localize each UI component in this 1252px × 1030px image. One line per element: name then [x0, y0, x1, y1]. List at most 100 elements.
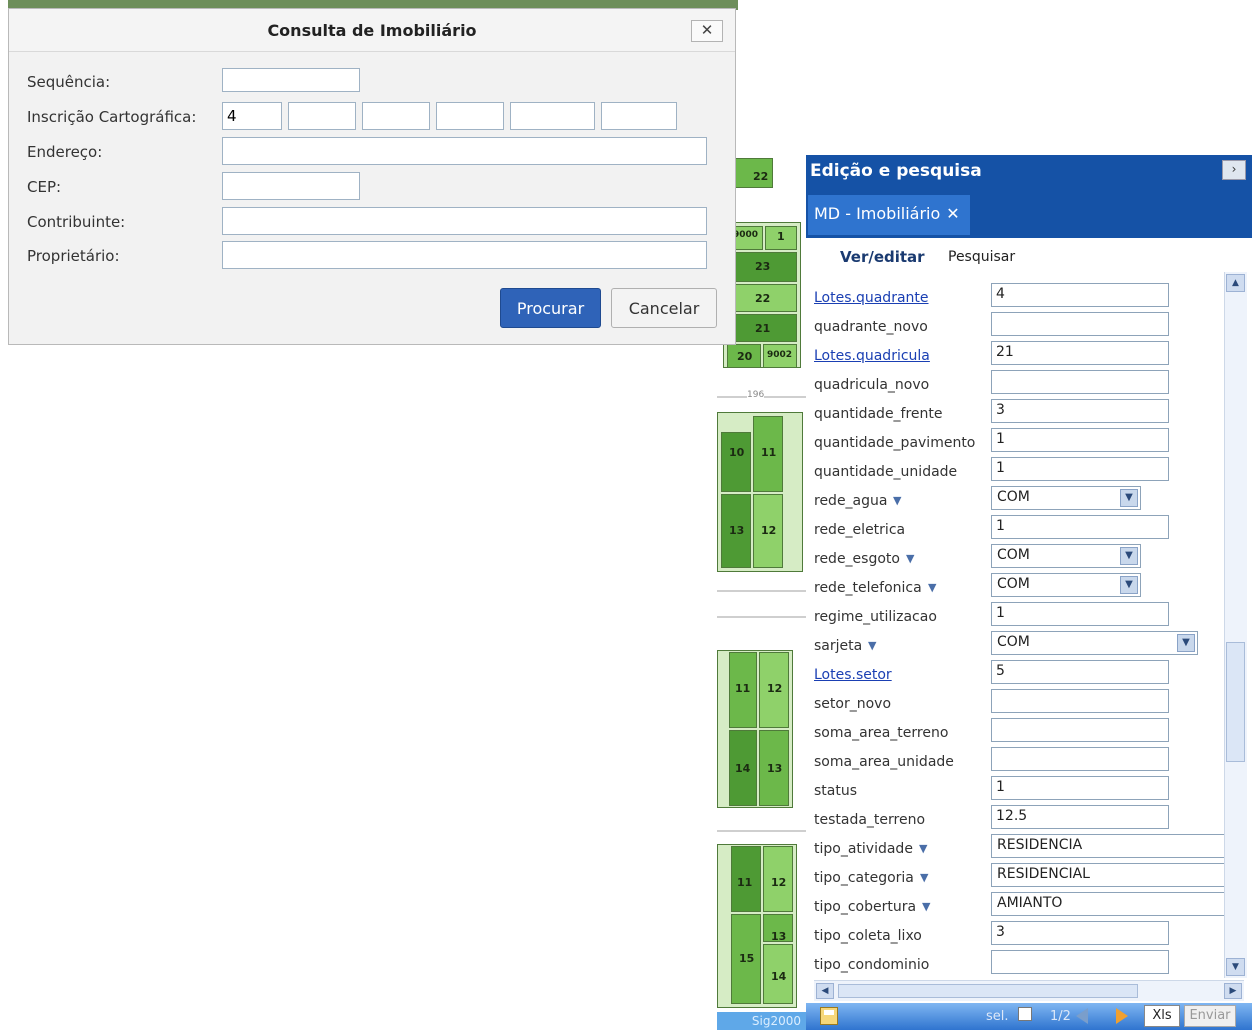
attribute-input[interactable] [991, 747, 1169, 771]
map-lot-label: 13 [729, 524, 745, 537]
scroll-left-icon[interactable]: ◀ [816, 983, 834, 999]
map-lot-label: 13 [767, 762, 783, 775]
attribute-row: Lotes.quadrante 4 [806, 283, 1226, 312]
proprietario-label: Proprietário: [27, 247, 120, 265]
save-icon[interactable] [820, 1007, 838, 1025]
attribute-row: tipo_cobertura ▼ AMIANTO [806, 892, 1226, 921]
attribute-row: Lotes.setor 5 [806, 660, 1226, 689]
tab-imobiliario[interactable]: MD - Imobiliário ✕ [808, 195, 970, 235]
inscricao-part-5[interactable] [510, 102, 595, 130]
attribute-input[interactable]: 12.5 [991, 805, 1169, 829]
endereco-input[interactable] [222, 137, 707, 165]
attribute-select[interactable]: COM ▼ [991, 573, 1141, 597]
filter-arrow-icon[interactable]: ▼ [868, 639, 876, 652]
map-lot-label: 23 [755, 260, 771, 273]
attribute-input[interactable]: 1 [991, 776, 1169, 800]
attribute-name[interactable]: Lotes.quadricula [814, 348, 930, 364]
attribute-select[interactable]: COM ▼ [991, 544, 1141, 568]
close-icon[interactable]: ✕ [691, 20, 723, 42]
horizontal-scrollbar[interactable]: ◀ ▶ [814, 980, 1244, 1001]
attribute-name: regime_utilizacao [814, 609, 937, 625]
scroll-thumb[interactable] [838, 984, 1138, 998]
filter-arrow-icon[interactable]: ▼ [919, 842, 927, 855]
dropdown-arrow-icon[interactable]: ▼ [1120, 547, 1138, 565]
attribute-row: setor_novo [806, 689, 1226, 718]
attribute-input[interactable] [991, 718, 1169, 742]
inscricao-part-1[interactable] [222, 102, 282, 130]
prev-page-icon[interactable] [1076, 1008, 1088, 1024]
scroll-right-icon[interactable]: ▶ [1224, 983, 1242, 999]
filter-arrow-icon[interactable]: ▼ [922, 900, 930, 913]
inscricao-part-2[interactable] [288, 102, 356, 130]
attribute-input[interactable]: 1 [991, 602, 1169, 626]
attribute-name: quantidade_pavimento [814, 435, 976, 451]
scroll-down-icon[interactable]: ▼ [1226, 958, 1245, 976]
attribute-row: Lotes.quadricula 21 [806, 341, 1226, 370]
attribute-name[interactable]: Lotes.quadrante [814, 290, 929, 306]
endereco-label: Endereço: [27, 143, 103, 161]
edit-panel: Edição e pesquisa › MD - Imobiliário ✕ Ve… [806, 155, 1252, 1030]
query-dialog: Consulta de Imobiliário ✕ Sequência: Ins… [8, 8, 736, 345]
attribute-name: rede_telefonica [814, 580, 922, 596]
cep-input[interactable] [222, 172, 360, 200]
attribute-row: soma_area_terreno [806, 718, 1226, 747]
attribute-input[interactable] [991, 312, 1169, 336]
scroll-thumb[interactable] [1226, 642, 1245, 762]
map-lot-label: 21 [755, 322, 771, 335]
attribute-value: COM [997, 547, 1030, 563]
filter-arrow-icon[interactable]: ▼ [928, 581, 936, 594]
attribute-row: tipo_condominio [806, 950, 1226, 979]
attribute-name: soma_area_unidade [814, 754, 954, 770]
bottom-toolbar: sel. 1/2 Xls Enviar [806, 1003, 1252, 1030]
collapse-icon[interactable]: › [1222, 160, 1246, 180]
dropdown-arrow-icon[interactable]: ▼ [1120, 489, 1138, 507]
scroll-up-icon[interactable]: ▲ [1226, 274, 1245, 292]
selection-checkbox[interactable] [1018, 1007, 1032, 1021]
map-lot[interactable] [721, 432, 751, 492]
attribute-input[interactable]: 3 [991, 399, 1169, 423]
sequencia-input[interactable] [222, 68, 360, 92]
map-lot-label: 1 [777, 230, 785, 243]
dropdown-arrow-icon[interactable]: ▼ [1177, 634, 1195, 652]
filter-arrow-icon[interactable]: ▼ [893, 494, 901, 507]
inscricao-part-3[interactable] [362, 102, 430, 130]
attribute-input[interactable]: 1 [991, 515, 1169, 539]
attribute-input[interactable]: 21 [991, 341, 1169, 365]
attribute-input[interactable]: 4 [991, 283, 1169, 307]
vertical-scrollbar[interactable]: ▲ ▼ [1224, 272, 1247, 978]
sequencia-label: Sequência: [27, 73, 111, 91]
send-button[interactable]: Enviar [1184, 1005, 1236, 1027]
cancel-button[interactable]: Cancelar [611, 288, 717, 328]
close-icon[interactable]: ✕ [946, 204, 959, 223]
inscricao-part-4[interactable] [436, 102, 504, 130]
next-page-icon[interactable] [1116, 1008, 1128, 1024]
xls-export-button[interactable]: Xls [1144, 1005, 1180, 1027]
attribute-input[interactable]: 1 [991, 457, 1169, 481]
attribute-row: quadrante_novo [806, 312, 1226, 341]
attribute-input[interactable] [991, 689, 1169, 713]
attribute-name: rede_eletrica [814, 522, 906, 538]
attribute-input[interactable] [991, 370, 1169, 394]
attribute-name: rede_agua [814, 493, 888, 509]
attribute-input[interactable]: 3 [991, 921, 1169, 945]
filter-arrow-icon[interactable]: ▼ [906, 552, 914, 565]
attribute-input[interactable]: 1 [991, 428, 1169, 452]
filter-arrow-icon[interactable]: ▼ [920, 871, 928, 884]
attribute-value-field[interactable]: RESIDENCIAL [991, 863, 1226, 887]
dropdown-arrow-icon[interactable]: ▼ [1120, 576, 1138, 594]
inscricao-part-6[interactable] [601, 102, 677, 130]
attribute-select[interactable]: COM ▼ [991, 486, 1141, 510]
attribute-value-field[interactable]: AMIANTO [991, 892, 1226, 916]
proprietario-input[interactable] [222, 241, 707, 269]
attribute-name: quantidade_unidade [814, 464, 958, 480]
attribute-name[interactable]: Lotes.setor [814, 667, 892, 683]
attribute-value-field[interactable]: RESIDENCIA [991, 834, 1226, 858]
subtab-search[interactable]: Pesquisar [948, 249, 1015, 265]
map-lot-label: 15 [739, 952, 755, 965]
attribute-input[interactable]: 5 [991, 660, 1169, 684]
attribute-input[interactable] [991, 950, 1169, 974]
search-button[interactable]: Procurar [500, 288, 601, 328]
subtab-view-edit[interactable]: Ver/editar [840, 248, 925, 266]
contribuinte-input[interactable] [222, 207, 707, 235]
attribute-select[interactable]: COM ▼ [991, 631, 1198, 655]
